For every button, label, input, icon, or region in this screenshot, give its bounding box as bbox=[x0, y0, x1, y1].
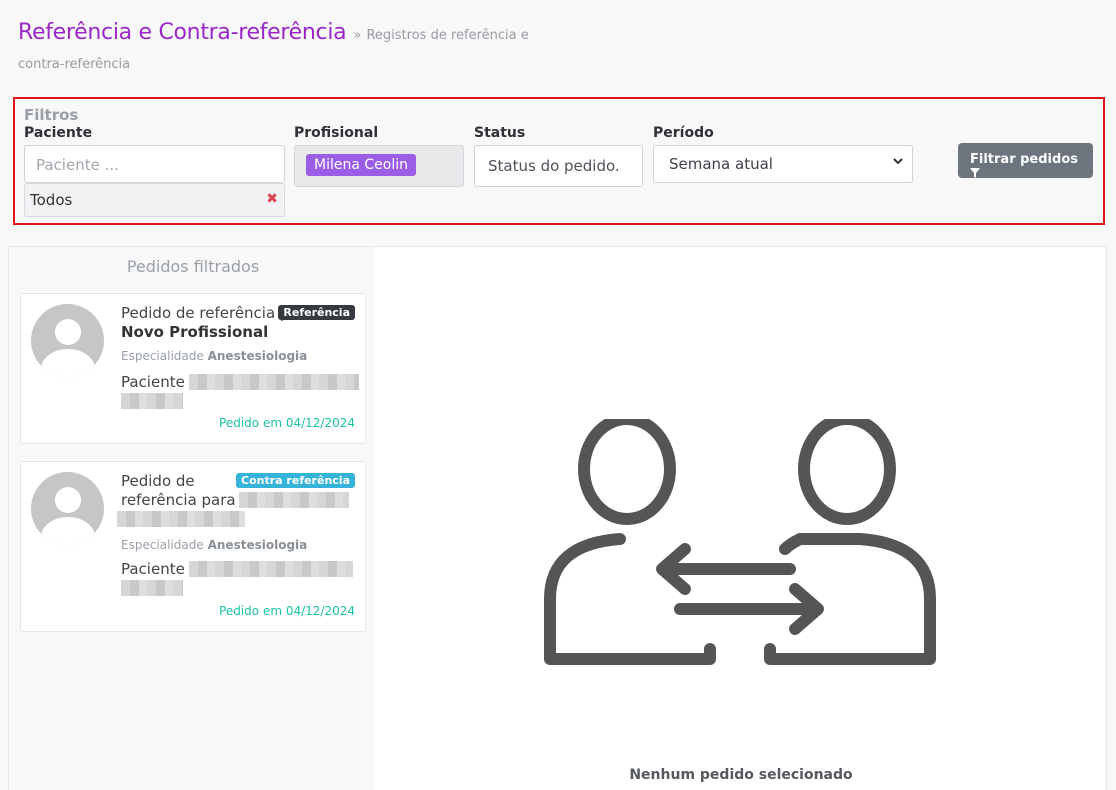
filter-button[interactable]: Filtrar pedidos bbox=[958, 143, 1093, 178]
paciente-label: Paciente bbox=[24, 125, 93, 141]
request-card[interactable]: Pedido de referência para Novo Profissio… bbox=[20, 293, 366, 444]
exchange-people-icon bbox=[540, 413, 940, 673]
patient-label: Paciente bbox=[121, 560, 185, 578]
filters-panel: Filtros Paciente Paciente ... Todos ✖ Pr… bbox=[13, 97, 1105, 225]
specialty: Especialidade Anestesiologia bbox=[121, 538, 307, 552]
empty-state-text: Nenhum pedido selecionado bbox=[629, 767, 853, 783]
request-date: Pedido em 04/12/2024 bbox=[219, 604, 355, 618]
redacted-patient-name bbox=[189, 561, 353, 577]
profissional-select[interactable]: Milena Ceolin bbox=[294, 145, 464, 187]
profissional-label: Profisional bbox=[294, 125, 379, 141]
results-title: Pedidos filtrados bbox=[126, 257, 260, 276]
periodo-select[interactable]: Semana atual bbox=[653, 145, 913, 183]
patient-label: Paciente bbox=[121, 373, 185, 391]
status-label: Status bbox=[474, 125, 526, 141]
filter-button-label: Filtrar pedidos bbox=[970, 152, 1078, 167]
redacted-patient-name bbox=[189, 374, 359, 390]
request-title: Pedido de referência para bbox=[121, 472, 239, 510]
redacted-professional-name bbox=[239, 492, 349, 508]
request-date: Pedido em 04/12/2024 bbox=[219, 416, 355, 430]
specialty: Especialidade Anestesiologia bbox=[121, 349, 307, 363]
specialty-value: Anestesiologia bbox=[207, 538, 308, 552]
referencia-badge: Referência bbox=[278, 305, 355, 320]
periodo-selected: Semana atual bbox=[669, 155, 773, 173]
page-header: Referência e Contra-referência » Registr… bbox=[18, 20, 578, 72]
specialty-label: Especialidade bbox=[121, 349, 204, 363]
avatar-placeholder-icon bbox=[31, 472, 104, 545]
filters-title: Filtros bbox=[24, 106, 79, 124]
request-title-prefix: Pedido de referência para bbox=[121, 472, 236, 509]
status-input[interactable]: Status do pedido. bbox=[474, 145, 643, 187]
redacted-professional-name bbox=[117, 511, 245, 527]
paciente-selected-label: Todos bbox=[30, 191, 73, 209]
avatar-placeholder-icon bbox=[31, 304, 104, 377]
page-title: Referência e Contra-referência bbox=[18, 20, 347, 45]
redacted-patient-name bbox=[121, 580, 183, 596]
request-professional: Novo Profissional bbox=[121, 323, 269, 341]
specialty-label: Especialidade bbox=[121, 538, 204, 552]
filter-icon bbox=[970, 168, 980, 181]
paciente-input[interactable]: Paciente ... bbox=[24, 145, 285, 183]
redacted-patient-name bbox=[121, 393, 183, 409]
results-panel: Pedidos filtrados Pedido de referência p… bbox=[8, 246, 376, 790]
breadcrumb-separator: » bbox=[353, 28, 362, 43]
chevron-down-icon bbox=[892, 155, 904, 171]
close-icon[interactable]: ✖ bbox=[266, 191, 278, 207]
paciente-selected-tag[interactable]: Todos ✖ bbox=[24, 183, 285, 217]
detail-panel: Nenhum pedido selecionado bbox=[375, 246, 1107, 790]
breadcrumb-continued: contra-referência bbox=[18, 57, 131, 72]
contra-referencia-badge: Contra referência bbox=[236, 473, 355, 488]
breadcrumb: Registros de referência e bbox=[366, 28, 529, 43]
profissional-chip[interactable]: Milena Ceolin bbox=[306, 154, 416, 176]
periodo-label: Período bbox=[653, 125, 714, 141]
specialty-value: Anestesiologia bbox=[207, 349, 308, 363]
request-card[interactable]: Pedido de referência para Contra referên… bbox=[20, 461, 366, 632]
